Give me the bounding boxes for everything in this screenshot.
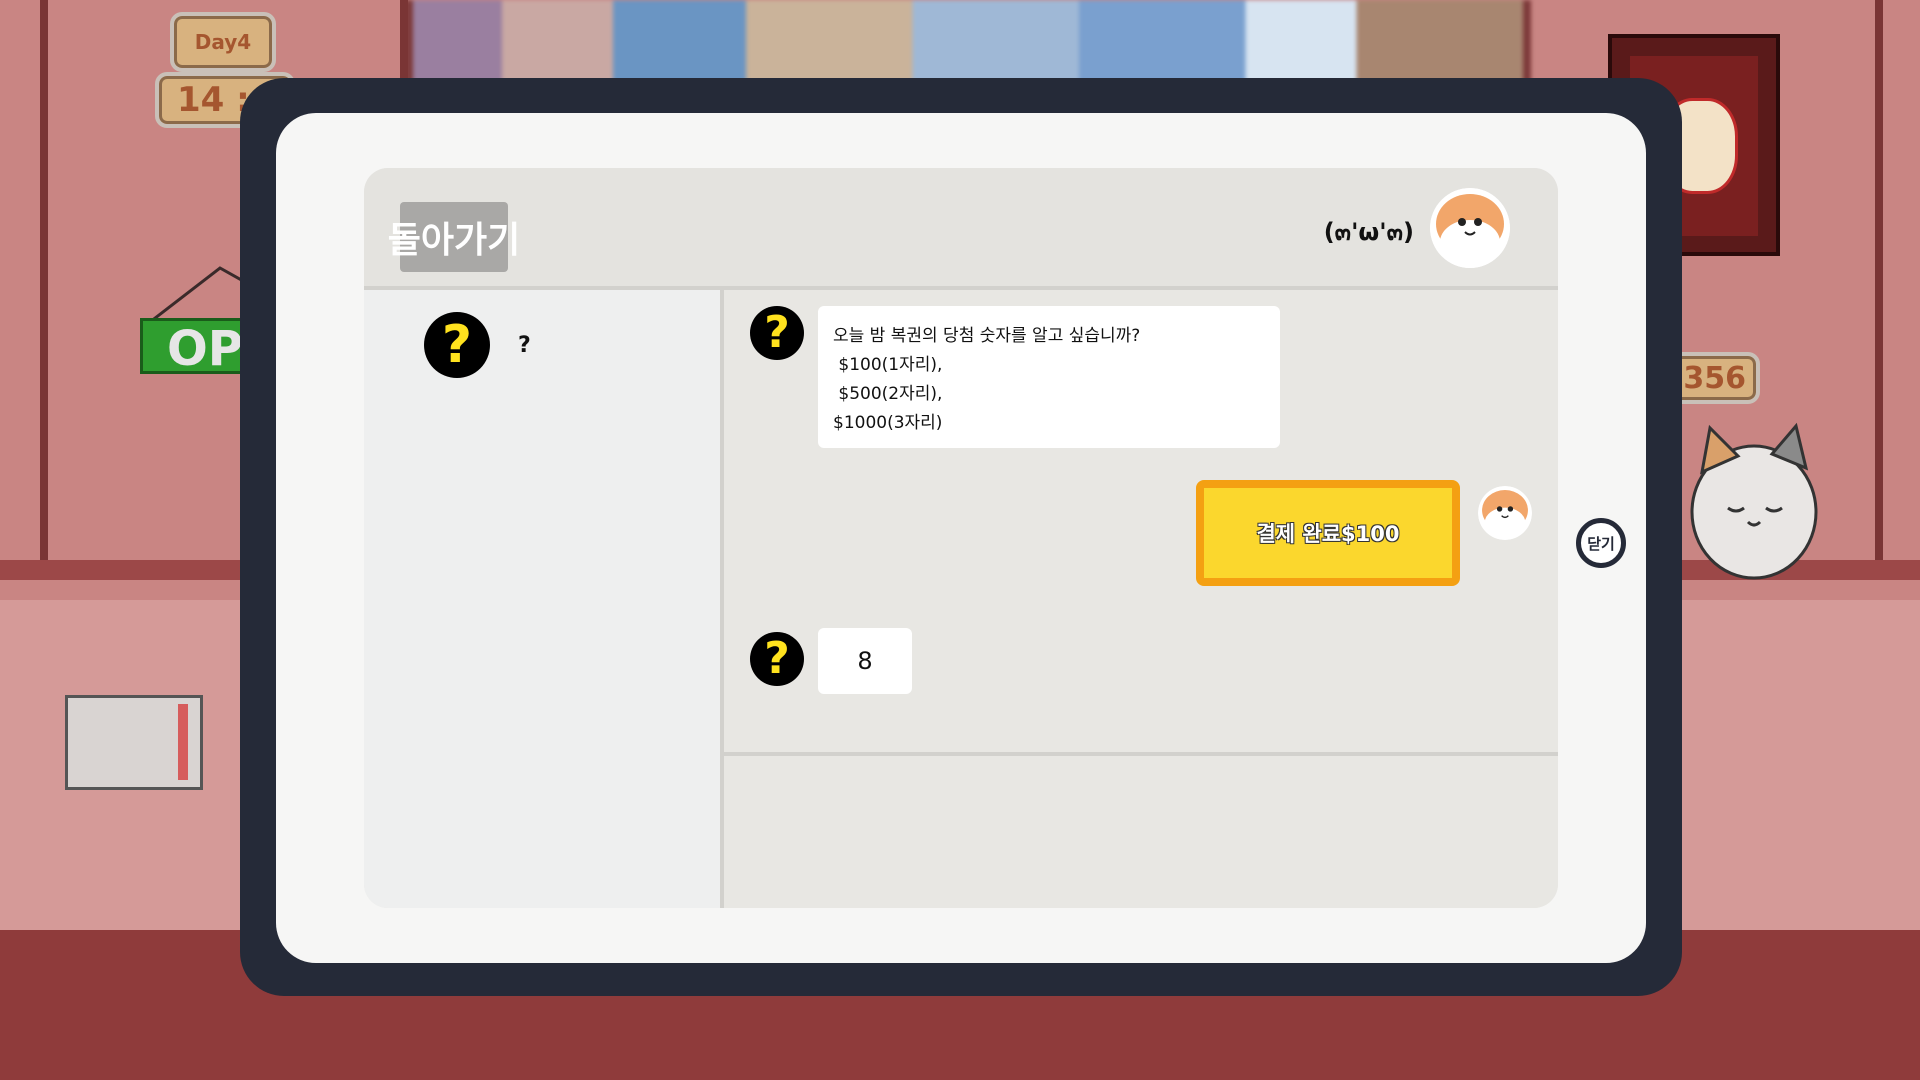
contact-name: ? xyxy=(518,332,531,358)
wall-pillar xyxy=(40,0,48,560)
cat-icon[interactable] xyxy=(1688,422,1820,580)
chat-header: 돌아가기 (๓'ω'๓) xyxy=(364,168,1558,290)
contact-item[interactable]: ? ? xyxy=(424,312,531,378)
question-mark-icon: ? xyxy=(750,632,804,686)
user-name: (๓'ω'๓) xyxy=(1323,218,1414,246)
sender-avatar: ? xyxy=(750,306,804,360)
ledger-book[interactable] xyxy=(65,695,203,790)
sender-avatar: ? xyxy=(750,632,804,686)
incoming-message: 오늘 밤 복권의 당첨 숫자를 알고 싶습니까? $100(1자리), $500… xyxy=(818,306,1280,448)
back-button[interactable]: 돌아가기 xyxy=(388,202,520,272)
question-mark-icon: ? xyxy=(750,306,804,360)
chat-log: ? 오늘 밤 복권의 당첨 숫자를 알고 싶습니까? $100(1자리), $5… xyxy=(724,290,1558,748)
incoming-message: 8 xyxy=(818,628,912,694)
hamster-avatar-icon xyxy=(1430,188,1510,268)
window-view xyxy=(405,0,1531,90)
contact-list: ? ? xyxy=(364,290,724,908)
question-mark-icon: ? xyxy=(424,312,490,378)
wall-pillar xyxy=(1875,0,1883,570)
reply-area[interactable] xyxy=(724,752,1558,908)
close-button[interactable]: 닫기 xyxy=(1576,518,1626,568)
day-counter: Day4 xyxy=(170,12,276,72)
messenger-app: 돌아가기 (๓'ω'๓) ? ? ? 오늘 밤 복권의 당첨 숫자를 알고 싶습… xyxy=(364,168,1558,908)
payment-message[interactable]: 결제 완료$100 xyxy=(1196,480,1460,586)
hamster-avatar-icon xyxy=(1478,486,1532,540)
